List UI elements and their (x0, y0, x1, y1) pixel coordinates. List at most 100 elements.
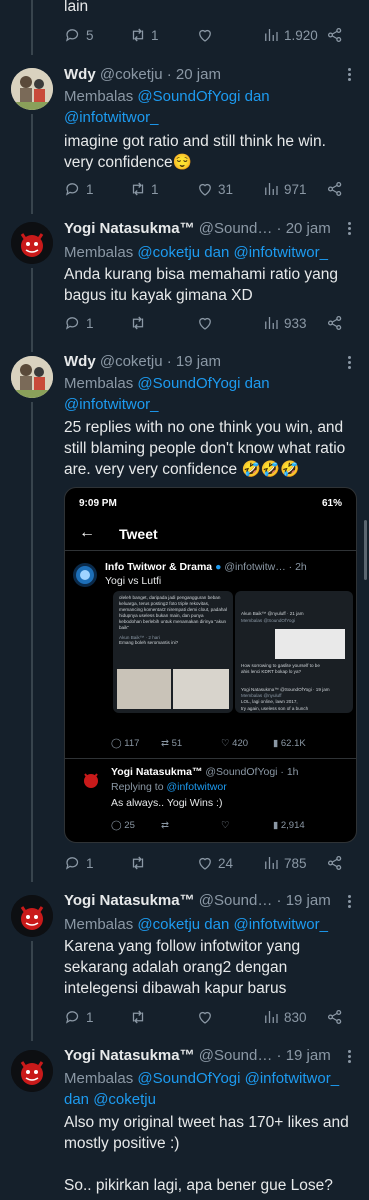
avatar[interactable] (11, 68, 53, 110)
reply-icon (65, 317, 79, 330)
heart-icon (199, 1011, 211, 1024)
quoted-header: Info Twitwor & Drama ● @infotwitw… · 2h (105, 561, 307, 573)
retweet-button[interactable] (129, 314, 147, 332)
avatar-image (11, 68, 53, 110)
display-name[interactable]: Yogi Natasukma™ (64, 1047, 195, 1064)
share-icon (327, 27, 342, 43)
thread-line (31, 402, 33, 882)
tweet-header: Wdy @coketju · 20 jam (64, 66, 339, 86)
like-button[interactable] (196, 314, 214, 332)
devil-icon (79, 768, 103, 792)
reply-mentions[interactable]: @coketju dan @infotwitwor_ (137, 244, 328, 261)
more-options-icon[interactable] (348, 66, 351, 83)
divider (65, 758, 356, 759)
reply-context: Membalas @SoundOfYogi dan @infotwitwor_ (64, 375, 270, 413)
tweet-header: Yogi Natasukma™ @Sound… · 20 jam (64, 220, 339, 240)
tweet-text: Also my original tweet has 170+ likes an… (64, 1114, 349, 1152)
views-button[interactable]: 971 (262, 180, 307, 198)
reply-icon (65, 183, 79, 196)
views-icon (265, 857, 278, 869)
retweet-button[interactable] (129, 854, 147, 872)
share-button[interactable] (326, 26, 344, 44)
reply-button[interactable]: 1 (64, 180, 94, 198)
handle-time: @coketju · 19 jam (99, 353, 221, 370)
scrollbar-thumb[interactable] (364, 520, 367, 580)
divider (65, 550, 356, 551)
display-name[interactable]: Wdy (64, 353, 96, 370)
reply-count: 5 (86, 27, 94, 43)
more-options-icon[interactable] (348, 220, 351, 237)
avatar[interactable] (11, 1050, 53, 1092)
share-button[interactable] (326, 314, 344, 332)
share-icon (327, 315, 342, 331)
display-name[interactable]: Yogi Natasukma™ (64, 892, 195, 909)
quoted-image-right: Akun Baik™ @nyuluff · 21 jam Membalas @S… (235, 591, 353, 713)
retweet-button[interactable] (129, 1008, 147, 1026)
photo (173, 669, 229, 709)
reply-context: Membalas @coketju dan @infotwitwor_ (64, 244, 328, 261)
views-button[interactable]: 933 (262, 314, 307, 332)
reply-avatar (79, 768, 103, 792)
reply-text: As always.. Yogi Wins :) (111, 797, 223, 809)
more-options-icon[interactable] (348, 893, 351, 910)
reply-icon (65, 857, 79, 870)
share-button[interactable] (326, 854, 344, 872)
heart-icon (199, 857, 211, 870)
views-icon (265, 1011, 278, 1023)
reply-button[interactable]: 1 (64, 854, 94, 872)
views-button[interactable]: 830 (262, 1008, 307, 1026)
more-options-icon[interactable] (348, 1048, 351, 1065)
more-options-icon[interactable] (348, 354, 351, 371)
handle-time: @Sound… · 20 jam (198, 220, 331, 237)
quoted-image-left: oleleh banget, daripada jadi penganggura… (113, 591, 233, 713)
avatar-image (11, 356, 53, 398)
share-button[interactable] (326, 180, 344, 198)
tweet-text: Anda kurang bisa memahami ratio yang bag… (64, 266, 338, 304)
handle-time: @Sound… · 19 jam (198, 1047, 331, 1064)
photo (275, 629, 345, 659)
like-button[interactable]: 31 (196, 180, 233, 198)
tweet-actions: 1 933 (64, 314, 349, 336)
share-icon (327, 181, 342, 197)
quoted-text: Yogi vs Lutfi (105, 575, 162, 587)
display-name[interactable]: Wdy (64, 66, 96, 83)
reply-context: Membalas @coketju dan @infotwitwor_ (64, 916, 328, 933)
avatar[interactable] (11, 356, 53, 398)
quoted-stats: ◯ 117 ⇄ 51 ♡ 420 ▮ 62.1K (111, 738, 306, 749)
devil-avatar-image (11, 222, 53, 264)
like-button[interactable]: 24 (196, 854, 233, 872)
handle-time: @coketju · 20 jam (99, 66, 221, 83)
reply-mentions[interactable]: @coketju dan @infotwitwor_ (137, 916, 328, 933)
like-button[interactable] (196, 1008, 214, 1026)
tweet-actions: 1 830 (64, 1008, 349, 1030)
share-button[interactable] (326, 1008, 344, 1026)
reply-header: Yogi Natasukma™ @SoundOfYogi · 1h (111, 766, 299, 778)
reply-icon (65, 1011, 79, 1024)
embedded-screenshot[interactable]: 9:09 PM 61% ← Tweet Info Twitwor & Drama… (64, 487, 357, 843)
heart-icon (199, 317, 211, 330)
views-icon (265, 183, 278, 195)
globe-icon (76, 566, 94, 584)
views-button[interactable]: 785 (262, 854, 307, 872)
retweet-button[interactable]: 1 (129, 180, 159, 198)
tweet-actions: 1 24 785 (64, 854, 349, 876)
retweet-button[interactable]: 1 (129, 26, 159, 44)
reply-button[interactable]: 1 (64, 314, 94, 332)
reply-button[interactable]: 5 (64, 26, 94, 44)
tweet-text-fragment: lain (64, 0, 89, 15)
thread-line (31, 114, 33, 214)
tweet-text: Karena yang follow infotwitor yang sekar… (64, 938, 301, 997)
views-button[interactable]: 1.920 (262, 26, 318, 44)
avatar[interactable] (11, 895, 53, 937)
reply-button[interactable]: 1 (64, 1008, 94, 1026)
thread-line (31, 941, 33, 1041)
like-button[interactable] (196, 26, 214, 44)
heart-icon (199, 183, 211, 196)
tweet-text: imagine got ratio and still think he win… (64, 133, 326, 171)
views-count: 1.920 (284, 27, 318, 43)
avatar[interactable] (11, 222, 53, 264)
back-arrow-icon: ← (79, 524, 95, 541)
retweet-icon (132, 182, 144, 196)
reply-context: Replying to @infotwitwor (111, 781, 227, 793)
display-name[interactable]: Yogi Natasukma™ (64, 220, 195, 237)
